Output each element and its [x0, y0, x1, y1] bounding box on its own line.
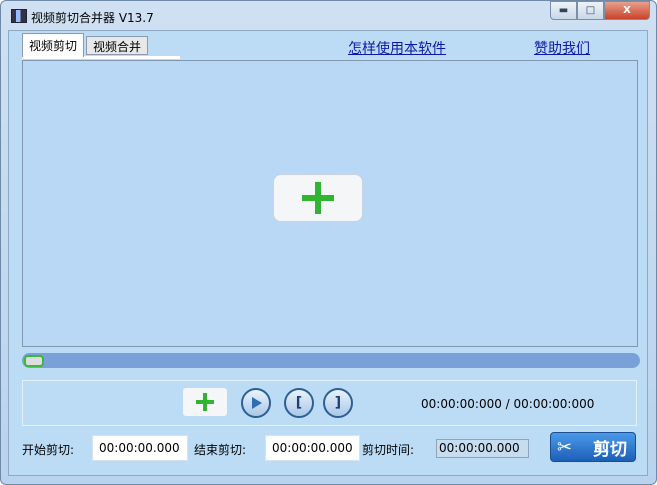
bracket-right-icon: ] [334, 395, 342, 411]
maximize-button[interactable]: □ [577, 1, 604, 20]
bracket-left-icon: [ [295, 395, 303, 411]
slider-thumb[interactable] [24, 355, 44, 367]
end-time-input[interactable] [265, 435, 360, 461]
duration-value: 00:00:00.000 [436, 439, 529, 458]
end-label: 结束剪切: [194, 443, 247, 457]
close-button[interactable]: X [604, 1, 650, 20]
time-display: 00:00:00:000 / 00:00:00:000 [421, 397, 595, 411]
video-preview[interactable] [22, 60, 638, 347]
add-video-button[interactable] [273, 174, 363, 222]
cut-label: 剪切 [593, 439, 627, 460]
howto-link[interactable]: 怎样使用本软件 [348, 38, 446, 58]
start-label: 开始剪切: [22, 443, 75, 457]
tab-bar: 视频合并 视频剪切 [22, 33, 180, 59]
donate-link[interactable]: 赞助我们 [534, 38, 590, 58]
scissors-film-icon: ✂ [557, 437, 573, 458]
progress-slider[interactable] [22, 353, 640, 368]
minimize-button[interactable]: ▬ [550, 1, 577, 20]
tab-video-merge[interactable]: 视频合并 [86, 36, 149, 55]
duration-label: 剪切时间: [362, 443, 415, 457]
app-icon [11, 9, 27, 23]
tab-video-cut[interactable]: 视频剪切 [22, 33, 85, 57]
plus-icon [196, 393, 214, 411]
set-end-button[interactable]: ] [323, 388, 353, 418]
window-title: 视频剪切合并器 V13.7 [31, 11, 154, 25]
add-file-button[interactable] [183, 388, 227, 416]
play-icon [252, 397, 262, 409]
plus-icon [302, 182, 334, 214]
start-time-input[interactable] [92, 435, 188, 461]
play-button[interactable] [241, 388, 271, 418]
set-start-button[interactable]: [ [284, 388, 314, 418]
cut-button[interactable]: ✂ 剪切 [550, 432, 636, 462]
